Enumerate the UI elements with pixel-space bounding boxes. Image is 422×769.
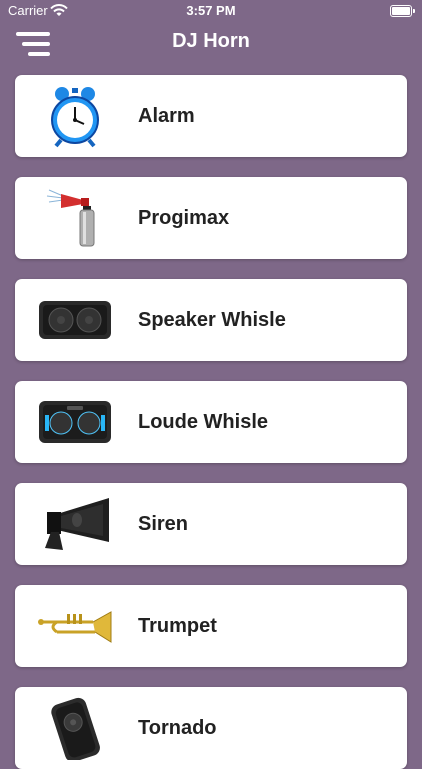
sound-label: Speaker Whisle: [138, 309, 286, 331]
nav-bar: DJ Horn: [0, 22, 422, 66]
sound-label: Siren: [138, 513, 189, 535]
tornado-speaker-icon: [35, 693, 115, 763]
status-time: 3:57 PM: [186, 3, 236, 18]
status-bar: Carrier 3:57 PM: [0, 0, 422, 22]
trumpet-icon: [35, 591, 115, 661]
sound-item-alarm[interactable]: Alarm: [15, 75, 407, 157]
loud-speaker-icon: [35, 387, 115, 457]
alarm-clock-icon: [35, 81, 115, 151]
siren-horn-icon: [35, 489, 115, 559]
sound-item-trumpet[interactable]: Trumpet: [15, 585, 407, 667]
sound-label: Tornado: [138, 717, 217, 739]
sound-item-speaker-whisle[interactable]: Speaker Whisle: [15, 279, 407, 361]
sound-label: Progimax: [138, 207, 230, 229]
sound-label: Loude Whisle: [138, 411, 268, 433]
sound-item-loude-whisle[interactable]: Loude Whisle: [15, 381, 407, 463]
sound-label: Alarm: [138, 105, 195, 127]
speaker-icon: [35, 285, 115, 355]
sound-item-tornado[interactable]: Tornado: [15, 687, 407, 769]
battery-icon: [390, 5, 415, 17]
air-horn-icon: [35, 183, 115, 253]
page-title: DJ Horn: [172, 30, 250, 52]
sound-item-siren[interactable]: Siren: [15, 483, 407, 565]
sound-item-progimax[interactable]: Progimax: [15, 177, 407, 259]
sound-label: Trumpet: [138, 615, 217, 637]
